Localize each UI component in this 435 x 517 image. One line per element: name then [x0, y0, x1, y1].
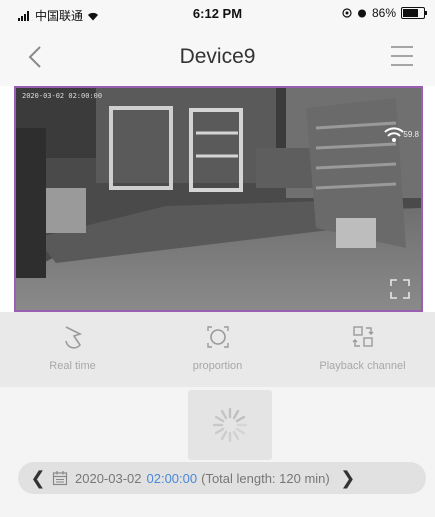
playback-time[interactable]: 02:00:00 — [147, 471, 198, 486]
spinner-tick — [235, 415, 246, 423]
playback-timeline[interactable]: ❮ 2020-03-02 02:00:00 (Total length: 120… — [0, 387, 435, 517]
control-row: Real time proportion Playback channel — [0, 312, 435, 387]
menu-button[interactable] — [389, 43, 415, 69]
real-time-label: Real time — [49, 360, 96, 372]
loading-spinner-icon — [212, 407, 248, 443]
real-time-button[interactable]: Real time — [0, 312, 145, 387]
spinner-tick — [232, 409, 240, 420]
next-day-button[interactable]: ❯ — [334, 468, 362, 489]
playback-date[interactable]: 2020-03-02 — [75, 471, 142, 486]
proportion-icon — [206, 326, 229, 348]
playback-date-bar: ❮ 2020-03-02 02:00:00 (Total length: 120… — [18, 462, 426, 494]
alarm-icon — [357, 9, 366, 18]
camera-timestamp: 2020-03-02 02:00:00 — [22, 92, 103, 100]
real-time-icon — [64, 326, 82, 349]
spinner-tick — [235, 427, 246, 435]
playback-channel-button[interactable]: Playback channel — [290, 312, 435, 387]
playback-total-length: (Total length: 120 min) — [201, 470, 330, 486]
calendar-icon[interactable] — [52, 470, 68, 486]
wifi-signal-value: 59.8 — [403, 130, 419, 139]
playback-channel-label: Playback channel — [319, 360, 406, 372]
previous-day-button[interactable]: ❮ — [24, 468, 52, 489]
location-icon — [342, 8, 352, 18]
spinner-tick — [220, 430, 228, 441]
spinner-tick — [214, 427, 225, 435]
playback-channel-icon — [352, 326, 373, 347]
spinner-tick — [232, 430, 240, 441]
nav-bar: Device9 — [0, 28, 435, 86]
status-bar: 中国联通 6:12 PM 86% — [0, 0, 435, 28]
proportion-button[interactable]: proportion — [145, 312, 290, 387]
fullscreen-button[interactable] — [389, 278, 411, 300]
video-player[interactable]: 2020-03-02 02:00:00 59.8 — [14, 86, 423, 312]
wifi-signal-icon — [384, 127, 404, 142]
spinner-tick — [220, 409, 228, 420]
status-right: 86% — [342, 6, 427, 20]
loading-indicator — [188, 390, 272, 460]
proportion-label: proportion — [192, 360, 243, 372]
camera-feed-image — [16, 88, 421, 310]
page-title: Device9 — [179, 45, 256, 68]
battery-icon — [401, 7, 427, 19]
spinner-tick — [214, 415, 225, 423]
battery-percent: 86% — [371, 6, 396, 20]
